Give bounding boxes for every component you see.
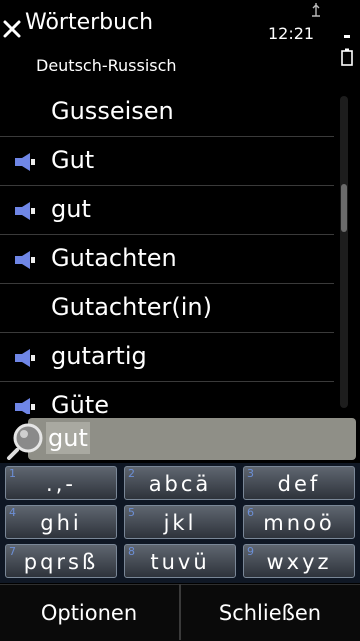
key-letters: mnoö xyxy=(263,511,335,535)
key-2[interactable]: 2 abcä xyxy=(124,466,236,500)
key-9[interactable]: 9 wxyz xyxy=(243,544,355,578)
options-softkey[interactable]: Optionen xyxy=(0,585,178,641)
speaker-icon[interactable] xyxy=(14,153,36,171)
on-screen-keypad: 1 .,- 2 abcä 3 def 4 ghi 5 jkl 6 mnoö 7 … xyxy=(0,463,360,583)
list-item[interactable]: Gutachten xyxy=(0,235,334,284)
scrollbar-track[interactable] xyxy=(340,96,348,408)
key-letters: ghi xyxy=(40,511,82,535)
key-8[interactable]: 8 tuvü xyxy=(124,544,236,578)
key-3[interactable]: 3 def xyxy=(243,466,355,500)
battery-icon xyxy=(341,48,353,66)
battery-level-bar xyxy=(344,35,350,38)
key-letters: pqrsß xyxy=(23,550,99,574)
word-label: Güte xyxy=(51,391,109,414)
key-5[interactable]: 5 jkl xyxy=(124,505,236,539)
list-item[interactable]: Gutachter(in) xyxy=(0,284,334,333)
key-letters: jkl xyxy=(163,511,197,535)
speaker-icon[interactable] xyxy=(14,349,36,367)
list-item[interactable]: gutartig xyxy=(0,333,334,382)
key-letters: wxyz xyxy=(266,550,332,574)
magnifier-icon xyxy=(7,423,43,460)
word-label: gut xyxy=(51,195,91,223)
status-clock: 12:21 xyxy=(268,24,315,43)
list-item[interactable]: gut xyxy=(0,186,334,235)
speaker-icon[interactable] xyxy=(14,398,36,414)
list-item[interactable]: Güte xyxy=(0,382,334,414)
key-letters: .,- xyxy=(46,472,76,496)
list-item[interactable]: Gut xyxy=(0,137,334,186)
speaker-icon[interactable] xyxy=(14,251,36,269)
key-6[interactable]: 6 mnoö xyxy=(243,505,355,539)
word-label: gutartig xyxy=(51,342,147,370)
close-icon[interactable] xyxy=(2,14,22,42)
app-title: Wörterbuch xyxy=(25,10,154,35)
speaker-icon[interactable] xyxy=(14,202,36,220)
softkey-divider xyxy=(179,584,181,640)
dictionary-language-pair: Deutsch-Russisch xyxy=(36,56,177,75)
signal-icon xyxy=(312,3,320,17)
key-1[interactable]: 1 .,- xyxy=(5,466,117,500)
search-input-value[interactable]: gut xyxy=(46,422,90,454)
key-letters: tuvü xyxy=(150,550,210,574)
key-letters: def xyxy=(277,472,321,496)
key-7[interactable]: 7 pqrsß xyxy=(5,544,117,578)
word-label: Gutachter(in) xyxy=(51,293,212,321)
list-item[interactable]: Gusseisen xyxy=(0,88,334,137)
scrollbar-thumb[interactable] xyxy=(341,184,347,232)
word-label: Gut xyxy=(51,146,95,174)
key-letters: abcä xyxy=(148,472,212,496)
close-softkey[interactable]: Schließen xyxy=(181,585,359,641)
key-4[interactable]: 4 ghi xyxy=(5,505,117,539)
word-list[interactable]: Gusseisen Gut gut Gutachten Gutachter(in… xyxy=(0,88,334,414)
word-label: Gusseisen xyxy=(51,97,174,125)
word-label: Gutachten xyxy=(51,244,177,272)
